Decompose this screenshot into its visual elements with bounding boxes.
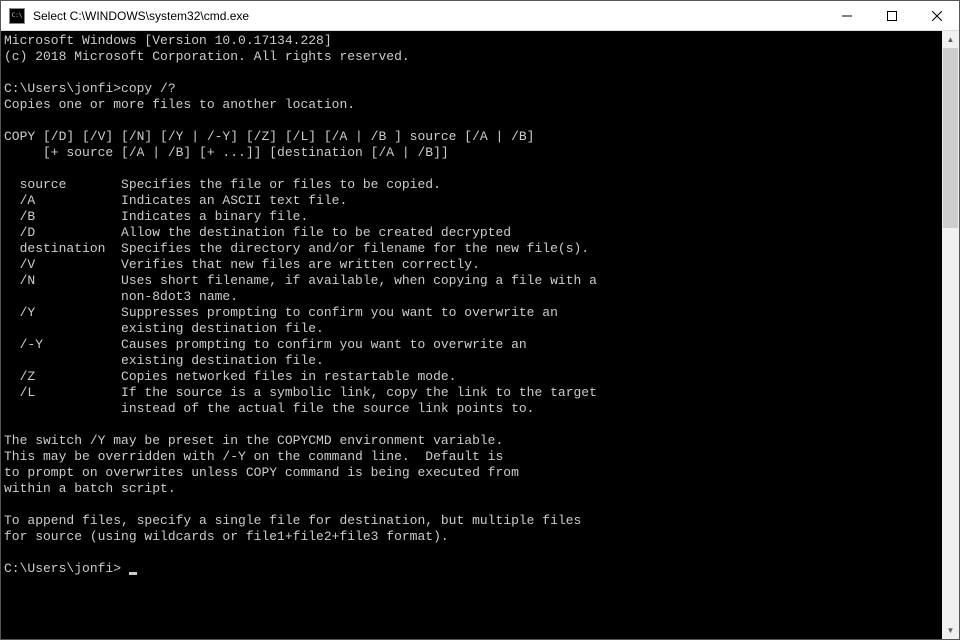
terminal-area: Microsoft Windows [Version 10.0.17134.22… xyxy=(1,31,959,639)
cursor xyxy=(129,572,137,575)
titlebar[interactable]: Select C:\WINDOWS\system32\cmd.exe xyxy=(1,1,959,31)
minimize-icon xyxy=(842,11,852,21)
cmd-window: Select C:\WINDOWS\system32\cmd.exe Micro… xyxy=(0,0,960,640)
maximize-button[interactable] xyxy=(869,1,914,30)
maximize-icon xyxy=(887,11,897,21)
window-controls xyxy=(824,1,959,30)
close-icon xyxy=(932,11,942,21)
close-button[interactable] xyxy=(914,1,959,30)
scrollbar-thumb[interactable] xyxy=(943,48,958,228)
window-title: Select C:\WINDOWS\system32\cmd.exe xyxy=(31,9,824,23)
scrollbar-down-arrow[interactable]: ▼ xyxy=(942,622,959,639)
scrollbar[interactable]: ▲ ▼ xyxy=(942,31,959,639)
terminal-output[interactable]: Microsoft Windows [Version 10.0.17134.22… xyxy=(1,31,942,639)
scrollbar-up-arrow[interactable]: ▲ xyxy=(942,31,959,48)
cmd-icon xyxy=(9,8,25,24)
minimize-button[interactable] xyxy=(824,1,869,30)
